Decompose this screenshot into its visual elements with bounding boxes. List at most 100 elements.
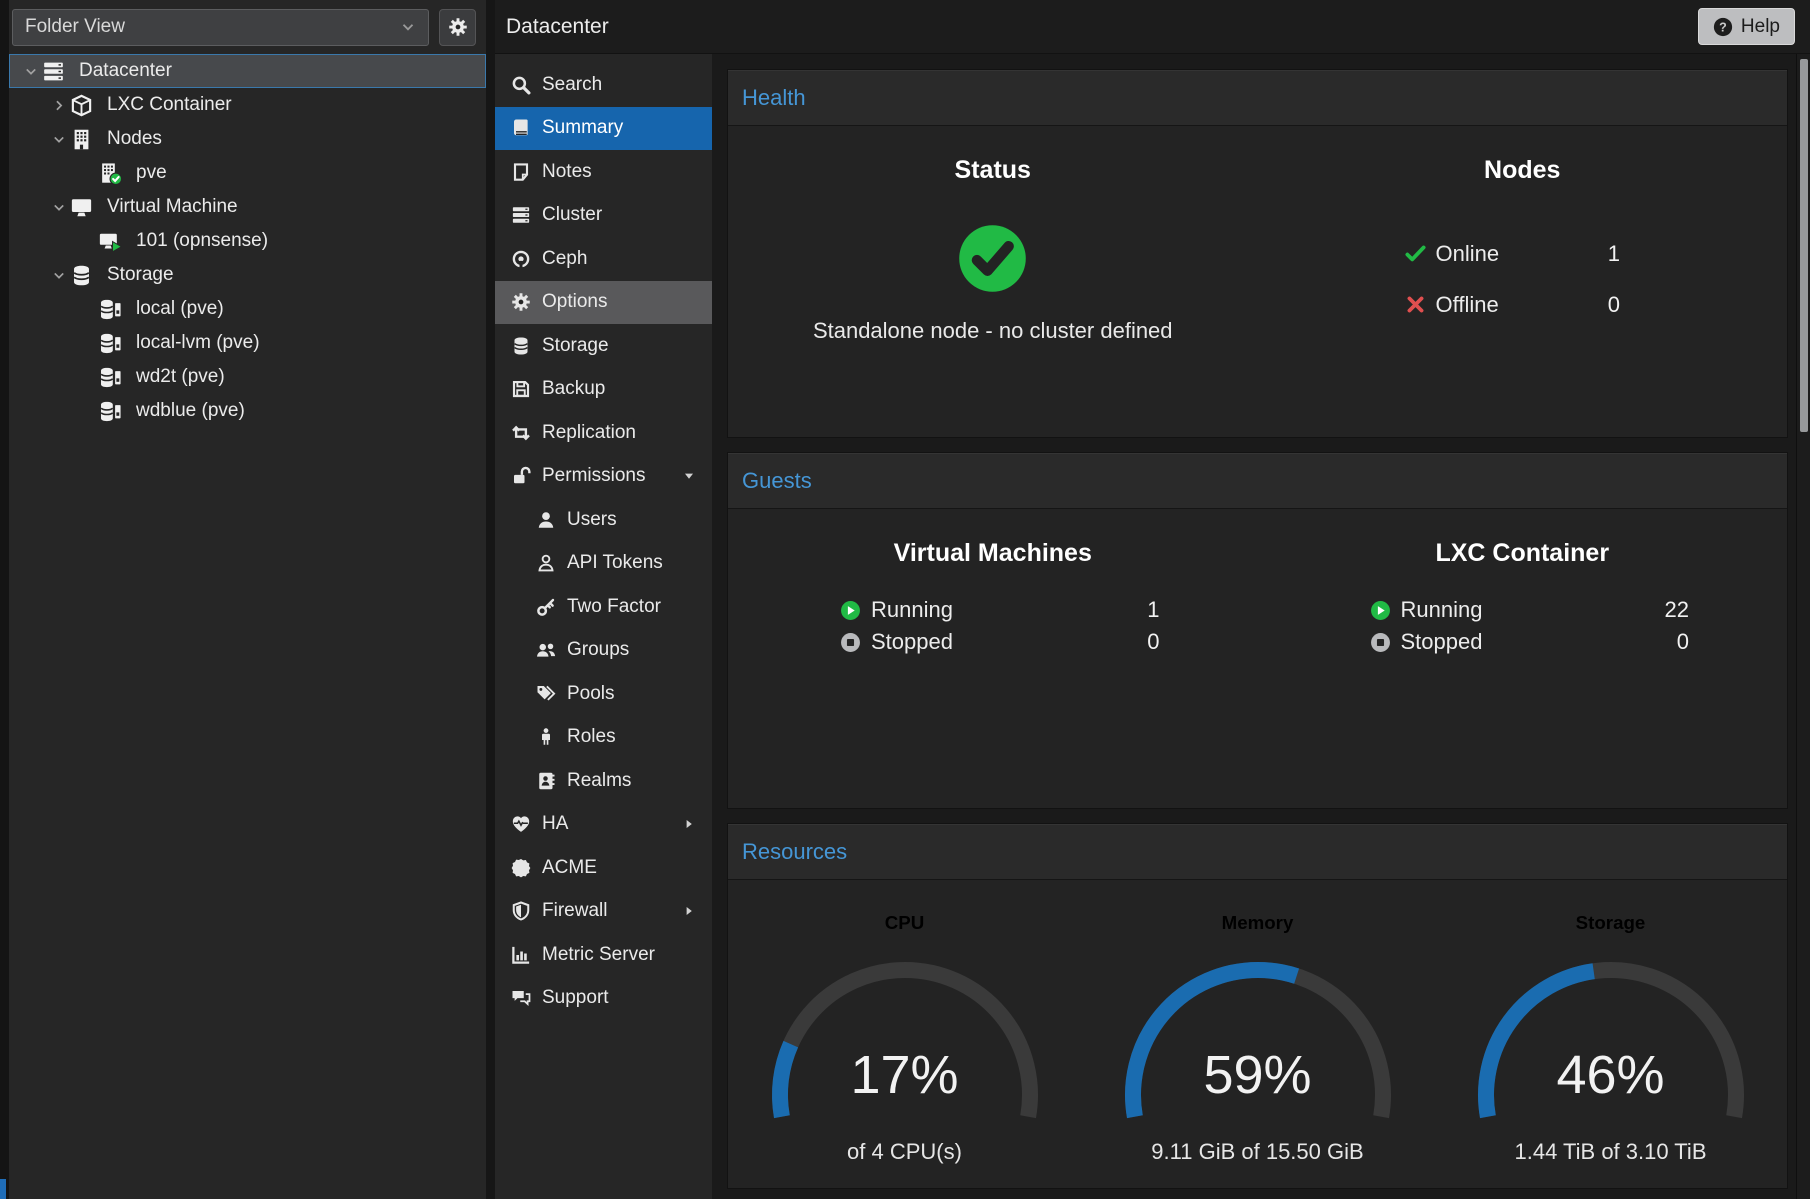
menu-item-roles[interactable]: Roles	[495, 716, 712, 760]
tree-item-label: wdblue (pve)	[136, 400, 245, 422]
key-icon	[536, 597, 556, 617]
user-outline-icon	[536, 553, 556, 573]
tags-icon	[536, 684, 556, 704]
tree-item-wd2t-pve[interactable]: wd2t (pve)	[9, 360, 486, 394]
menu-item-options[interactable]: Options	[495, 281, 712, 325]
menu-item-label: Realms	[567, 770, 631, 792]
caret-right-icon	[682, 817, 696, 831]
chevron-right-icon[interactable]	[48, 98, 70, 113]
badge-icon	[511, 858, 531, 878]
panel-title: Resources	[742, 839, 847, 865]
database-icon	[511, 336, 531, 356]
vertical-scrollbar[interactable]	[1796, 54, 1810, 1199]
tree-item-storage[interactable]: Storage	[9, 258, 486, 292]
unlock-icon	[511, 466, 531, 486]
panel-title: Health	[742, 85, 806, 111]
tree-item-local-lvm-pve[interactable]: local-lvm (pve)	[9, 326, 486, 360]
menu-item-metric-server[interactable]: Metric Server	[495, 933, 712, 977]
tree-item-label: pve	[136, 162, 167, 184]
gauge-title: Memory	[1222, 912, 1294, 934]
shield-icon	[511, 901, 531, 921]
menu-item-ha[interactable]: HA	[495, 803, 712, 847]
resources-panel: Resources CPU17%of 4 CPU(s)Memory59%9.11…	[727, 823, 1788, 1189]
menu-item-search[interactable]: Search	[495, 63, 712, 107]
menu-item-cluster[interactable]: Cluster	[495, 194, 712, 238]
caret-down-icon	[682, 469, 696, 483]
proxmox-app: Folder View Datacenter LXC Container Nodes…	[0, 0, 1810, 1199]
database-drive-icon	[99, 297, 129, 321]
guests-panel: Guests Virtual MachinesRunning1Stopped0L…	[727, 452, 1788, 809]
view-mode-select[interactable]: Folder View	[12, 9, 429, 46]
menu-item-label: Ceph	[542, 248, 587, 270]
health-panel-header: Health	[728, 70, 1787, 126]
tree-item-pve[interactable]: pve	[9, 156, 486, 190]
comments-icon	[511, 988, 531, 1008]
tree-item-label: LXC Container	[107, 94, 232, 116]
heartbeat-icon	[511, 814, 531, 834]
menu-item-support[interactable]: Support	[495, 977, 712, 1021]
tree-item-virtual-machine[interactable]: Virtual Machine	[9, 190, 486, 224]
menu-item-storage[interactable]: Storage	[495, 324, 712, 368]
menu-item-users[interactable]: Users	[495, 498, 712, 542]
menu-item-two-factor[interactable]: Two Factor	[495, 585, 712, 629]
menu-item-label: Search	[542, 74, 602, 96]
user-icon	[536, 510, 556, 530]
tree-settings-button[interactable]	[439, 9, 476, 46]
tree-item-local-pve[interactable]: local (pve)	[9, 292, 486, 326]
main-content: Health Status Standalone node - no clust…	[712, 54, 1796, 1199]
menu-item-backup[interactable]: Backup	[495, 368, 712, 412]
config-menu: Search SummaryNotesCluster Ceph Options Stor…	[495, 54, 712, 1199]
chart-bar-icon	[511, 945, 531, 965]
status-heading: Status	[728, 156, 1258, 185]
tree-item-lxc-container[interactable]: LXC Container	[9, 88, 486, 122]
gauge-arc: 46%	[1461, 960, 1761, 1135]
tree-item-wdblue-pve[interactable]: wdblue (pve)	[9, 394, 486, 428]
help-button[interactable]: ? Help	[1698, 8, 1795, 45]
stop-circle-icon	[1370, 632, 1391, 653]
menu-item-firewall[interactable]: Firewall	[495, 890, 712, 934]
chevron-down-icon[interactable]	[48, 132, 70, 147]
menu-item-label: Support	[542, 987, 609, 1009]
svg-text:?: ?	[1719, 20, 1727, 34]
tree-item-label: 101 (opnsense)	[136, 230, 268, 252]
tree-item-datacenter[interactable]: Datacenter	[9, 54, 486, 88]
tree-item-nodes[interactable]: Nodes	[9, 122, 486, 156]
menu-item-permissions[interactable]: Permissions	[495, 455, 712, 499]
menu-item-pools[interactable]: Pools	[495, 672, 712, 716]
menu-item-notes[interactable]: Notes	[495, 150, 712, 194]
gear-icon	[511, 292, 531, 312]
search-icon	[511, 75, 531, 95]
menu-item-realms[interactable]: Realms	[495, 759, 712, 803]
stopped-row: Stopped0	[1370, 626, 1690, 658]
tree-spacer	[77, 370, 99, 385]
chevron-down-icon[interactable]	[20, 64, 42, 79]
panel-splitter[interactable]	[486, 0, 495, 1199]
menu-item-label: Options	[542, 291, 607, 313]
menu-item-groups[interactable]: Groups	[495, 629, 712, 673]
menu-item-acme[interactable]: ACME	[495, 846, 712, 890]
row-label: Running	[871, 597, 953, 623]
row-label: Offline	[1436, 292, 1499, 318]
cross-icon	[1405, 294, 1426, 315]
row-value: 1	[1608, 241, 1620, 267]
gauge-arc: 17%	[755, 960, 1055, 1135]
menu-item-summary[interactable]: Summary	[495, 107, 712, 151]
chevron-down-icon[interactable]	[48, 268, 70, 283]
menu-item-label: API Tokens	[567, 552, 663, 574]
question-circle-icon: ?	[1713, 17, 1733, 37]
menu-item-api-tokens[interactable]: API Tokens	[495, 542, 712, 586]
chevron-down-icon[interactable]	[48, 200, 70, 215]
tree-item-101-opnsense[interactable]: 101 (opnsense)	[9, 224, 486, 258]
menu-item-label: Replication	[542, 422, 636, 444]
menu-item-replication[interactable]: Replication	[495, 411, 712, 455]
row-value: 1	[1147, 597, 1159, 623]
monitor-play-icon	[99, 229, 129, 253]
menu-item-label: Groups	[567, 639, 629, 661]
database-drive-icon	[99, 331, 129, 355]
menu-item-ceph[interactable]: Ceph	[495, 237, 712, 281]
scrollbar-thumb[interactable]	[1800, 59, 1808, 432]
cluster-status-column: Status Standalone node - no cluster defi…	[728, 126, 1258, 437]
nodes-status-column: Nodes Online1Offline0	[1258, 126, 1788, 437]
cube-icon	[70, 93, 100, 117]
check-icon	[1405, 243, 1426, 264]
